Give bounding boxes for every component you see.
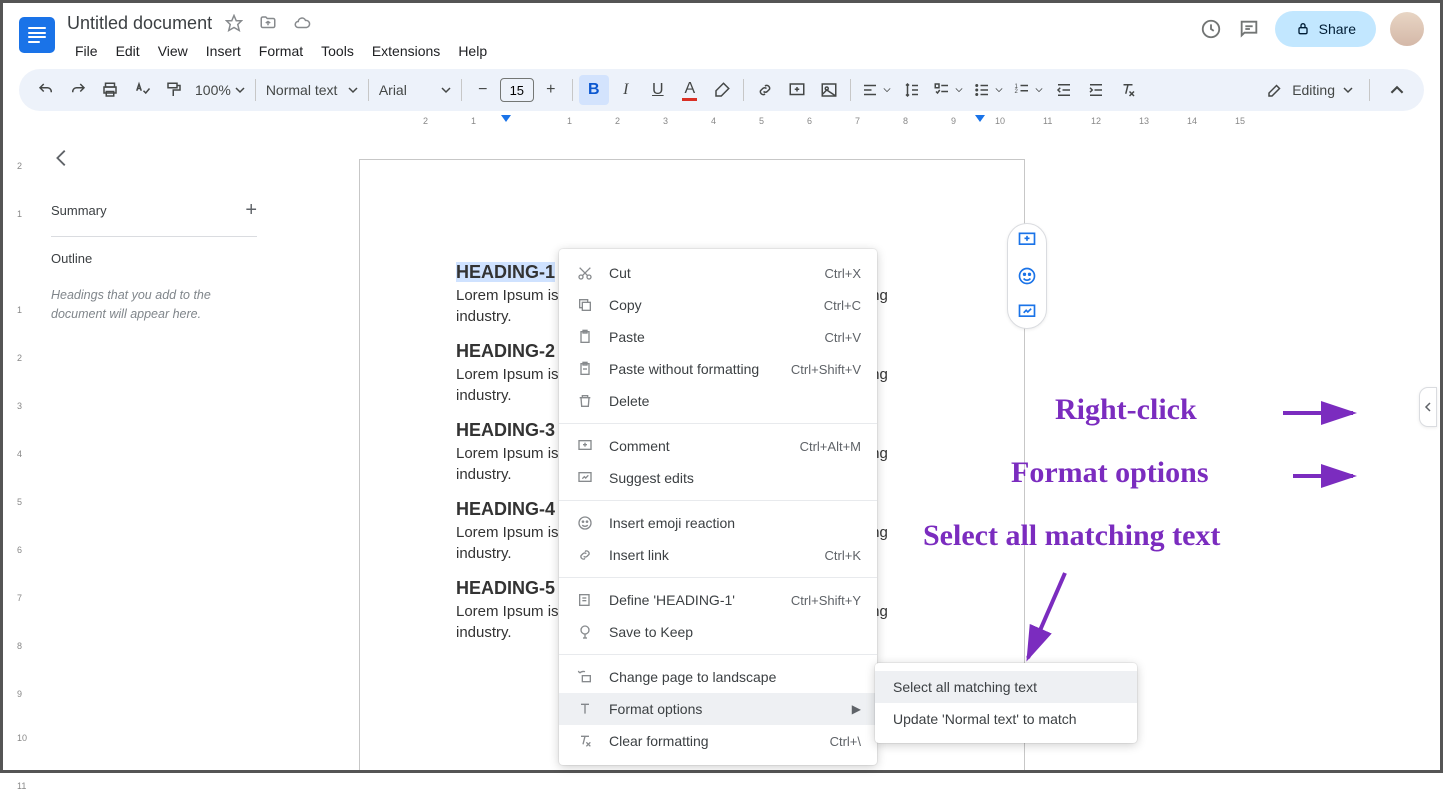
italic-button[interactable]: I (611, 75, 641, 105)
cloud-status-icon[interactable] (290, 11, 314, 35)
ctx-suggest[interactable]: Suggest edits (559, 462, 877, 494)
share-label: Share (1319, 21, 1356, 37)
outline-label: Outline (51, 251, 257, 266)
annotation-1: Right-click (1055, 393, 1197, 427)
sidebar-back-button[interactable] (51, 147, 75, 171)
redo-button[interactable] (63, 75, 93, 105)
side-action-rail (1007, 223, 1047, 329)
toolbar: 100% Normal text Arial − 15 + B I U A 12… (19, 69, 1424, 111)
insert-image-button[interactable] (814, 75, 844, 105)
menu-help[interactable]: Help (450, 39, 495, 63)
outline-hint: Headings that you add to the document wi… (51, 286, 257, 324)
add-emoji-icon[interactable] (1017, 266, 1037, 286)
avatar[interactable] (1390, 12, 1424, 46)
annotation-2: Format options (1011, 456, 1209, 490)
indent-decrease-button[interactable] (1049, 75, 1079, 105)
text-color-button[interactable]: A (675, 75, 705, 105)
history-icon[interactable] (1199, 17, 1223, 41)
ctx-format-options[interactable]: Format options▶ (559, 693, 877, 725)
move-folder-icon[interactable] (256, 11, 280, 35)
menu-bar: File Edit View Insert Format Tools Exten… (67, 39, 1199, 63)
zoom-select[interactable]: 100% (191, 75, 249, 105)
annotation-3: Select all matching text (923, 519, 1220, 553)
ctx-link[interactable]: Insert linkCtrl+K (559, 539, 877, 571)
ctx-copy[interactable]: CopyCtrl+C (559, 289, 877, 321)
header: Untitled document File Edit View Insert … (3, 3, 1440, 63)
suggest-edits-icon[interactable] (1017, 302, 1037, 322)
paint-format-button[interactable] (159, 75, 189, 105)
ctx-landscape[interactable]: Change page to landscape (559, 661, 877, 693)
numbered-list-button[interactable]: 12 (1009, 75, 1047, 105)
font-size-input[interactable]: 15 (500, 78, 534, 102)
insert-link-button[interactable] (750, 75, 780, 105)
share-button[interactable]: Share (1275, 11, 1376, 47)
print-button[interactable] (95, 75, 125, 105)
ctx-paste-plain[interactable]: Paste without formattingCtrl+Shift+V (559, 353, 877, 385)
ctx-paste[interactable]: PasteCtrl+V (559, 321, 877, 353)
underline-button[interactable]: U (643, 75, 673, 105)
font-size-increase[interactable]: + (536, 75, 566, 105)
clear-format-button[interactable] (1113, 75, 1143, 105)
comments-icon[interactable] (1237, 17, 1261, 41)
add-comment-icon[interactable] (1017, 230, 1037, 250)
ctx-delete[interactable]: Delete (559, 385, 877, 417)
menu-edit[interactable]: Edit (108, 39, 148, 63)
font-size-decrease[interactable]: − (468, 75, 498, 105)
svg-text:2: 2 (1014, 89, 1018, 95)
submenu-update-match[interactable]: Update 'Normal text' to match (875, 703, 1137, 735)
align-button[interactable] (857, 75, 895, 105)
format-options-submenu: Select all matching text Update 'Normal … (875, 663, 1137, 743)
menu-extensions[interactable]: Extensions (364, 39, 448, 63)
ctx-emoji[interactable]: Insert emoji reaction (559, 507, 877, 539)
undo-button[interactable] (31, 75, 61, 105)
style-select[interactable]: Normal text (262, 75, 362, 105)
ctx-clear-formatting[interactable]: Clear formattingCtrl+\ (559, 725, 877, 757)
menu-view[interactable]: View (150, 39, 196, 63)
expand-side-panel[interactable] (1419, 387, 1437, 427)
document-title[interactable]: Untitled document (67, 13, 212, 34)
vertical-ruler: 21 12 34 56 78 910 11 (3, 131, 35, 770)
submenu-select-matching[interactable]: Select all matching text (875, 671, 1137, 703)
star-icon[interactable] (222, 11, 246, 35)
bullet-list-button[interactable] (969, 75, 1007, 105)
insert-comment-button[interactable] (782, 75, 812, 105)
indent-increase-button[interactable] (1081, 75, 1111, 105)
collapse-toolbar-button[interactable] (1382, 75, 1412, 105)
highlight-button[interactable] (707, 75, 737, 105)
editing-mode-select[interactable]: Editing (1262, 75, 1357, 105)
add-summary-button[interactable]: + (245, 199, 257, 222)
menu-tools[interactable]: Tools (313, 39, 362, 63)
docs-logo[interactable] (19, 17, 55, 53)
line-spacing-button[interactable] (897, 75, 927, 105)
menu-format[interactable]: Format (251, 39, 311, 63)
ctx-keep[interactable]: Save to Keep (559, 616, 877, 648)
ctx-comment[interactable]: CommentCtrl+Alt+M (559, 430, 877, 462)
menu-insert[interactable]: Insert (198, 39, 249, 63)
checklist-button[interactable] (929, 75, 967, 105)
outline-sidebar: Summary + Outline Headings that you add … (35, 131, 281, 770)
heading-1[interactable]: HEADING-1 (456, 262, 555, 282)
font-select[interactable]: Arial (375, 75, 455, 105)
spellcheck-button[interactable] (127, 75, 157, 105)
ctx-cut[interactable]: CutCtrl+X (559, 257, 877, 289)
context-menu: CutCtrl+X CopyCtrl+C PasteCtrl+V Paste w… (559, 249, 877, 765)
summary-label: Summary (51, 203, 107, 218)
menu-file[interactable]: File (67, 39, 106, 63)
bold-button[interactable]: B (579, 75, 609, 105)
ctx-define[interactable]: Define 'HEADING-1'Ctrl+Shift+Y (559, 584, 877, 616)
horizontal-ruler: 2 1 1 2 3 4 5 6 7 8 9 10 11 12 13 14 15 (35, 113, 1440, 131)
